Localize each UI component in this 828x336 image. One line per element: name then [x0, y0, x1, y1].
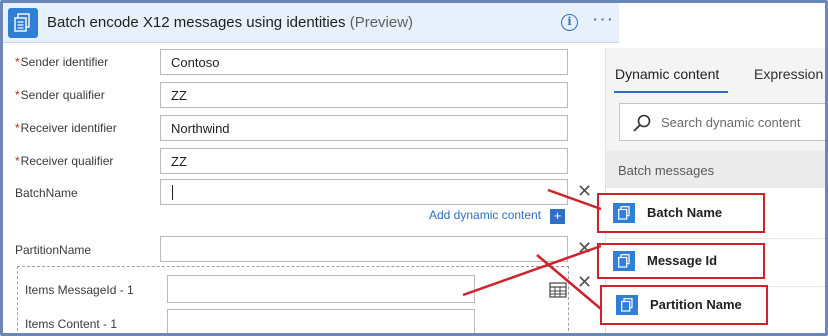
clear-partition-name-icon[interactable]: ✕	[577, 239, 592, 257]
items-content-label: Items Content - 1	[25, 317, 118, 331]
batch-token-icon	[616, 295, 638, 315]
items-messageid-label: Items MessageId - 1	[25, 283, 134, 297]
sender-identifier-label-text: Sender identifier	[20, 55, 109, 69]
sender-qualifier-label: *Sender qualifier	[15, 88, 105, 102]
app-frame: Batch encode X12 messages using identiti…	[0, 0, 828, 336]
sender-qualifier-label-text: Sender qualifier	[20, 88, 105, 102]
batch-name-input[interactable]	[160, 179, 568, 205]
required-marker: *	[15, 88, 20, 102]
items-content-input[interactable]	[167, 309, 475, 333]
batch-name-label: BatchName	[15, 186, 78, 200]
clear-items-messageid-icon[interactable]: ✕	[577, 273, 592, 291]
add-dynamic-content-link[interactable]: Add dynamic content	[429, 208, 541, 222]
receiver-identifier-input[interactable]: Northwind	[160, 115, 568, 141]
batch-token-icon	[613, 203, 635, 223]
dynamic-token-batch-name[interactable]: Batch Name	[597, 193, 765, 233]
receiver-qualifier-value: ZZ	[171, 154, 187, 169]
list-divider	[606, 238, 825, 239]
dynamic-token-message-id[interactable]: Message Id	[597, 243, 765, 279]
text-caret	[172, 185, 173, 200]
partition-name-input[interactable]	[160, 236, 568, 262]
receiver-identifier-label: *Receiver identifier	[15, 121, 117, 135]
search-icon	[633, 114, 651, 132]
sender-identifier-input[interactable]: Contoso	[160, 49, 568, 75]
section-title: Batch messages	[618, 163, 715, 178]
items-messageid-input[interactable]	[167, 275, 475, 303]
receiver-identifier-label-text: Receiver identifier	[20, 121, 117, 135]
token-label-message-id: Message Id	[647, 253, 718, 268]
required-marker: *	[15, 154, 20, 168]
info-icon[interactable]: i	[561, 14, 578, 31]
batch-token-icon	[613, 251, 635, 271]
sender-qualifier-input[interactable]: ZZ	[160, 82, 568, 108]
action-card-header[interactable]: Batch encode X12 messages using identiti…	[3, 3, 619, 43]
tab-dynamic-content[interactable]: Dynamic content	[615, 66, 719, 82]
action-title-text: Batch encode X12 messages using identiti…	[47, 14, 346, 31]
required-marker: *	[15, 121, 20, 135]
dynamic-token-partition-name[interactable]: Partition Name	[600, 285, 768, 325]
receiver-qualifier-input[interactable]: ZZ	[160, 148, 568, 174]
sender-identifier-label: *Sender identifier	[15, 55, 108, 69]
search-dynamic-content-input[interactable]: Search dynamic content	[619, 103, 825, 141]
receiver-identifier-value: Northwind	[171, 121, 230, 136]
ellipsis-icon[interactable]: ···	[592, 9, 614, 31]
receiver-qualifier-label-text: Receiver qualifier	[20, 154, 114, 168]
batch-encode-icon	[8, 8, 38, 38]
search-placeholder: Search dynamic content	[661, 115, 801, 130]
token-label-batch-name: Batch Name	[647, 205, 723, 220]
preview-tag: (Preview)	[349, 14, 414, 31]
switch-to-array-icon[interactable]	[549, 282, 567, 298]
partition-name-label: PartitionName	[15, 243, 92, 257]
tab-expression[interactable]: Expression	[754, 66, 823, 82]
active-tab-indicator	[614, 91, 728, 93]
receiver-qualifier-label: *Receiver qualifier	[15, 154, 113, 168]
sender-qualifier-value: ZZ	[171, 88, 187, 103]
batch-messages-section-header[interactable]: Batch messages	[606, 150, 825, 188]
action-title: Batch encode X12 messages using identiti…	[47, 14, 413, 31]
add-dynamic-content-plus-icon[interactable]: +	[550, 209, 565, 224]
clear-batch-name-icon[interactable]: ✕	[577, 182, 592, 200]
sender-identifier-value: Contoso	[171, 55, 220, 70]
required-marker: *	[15, 55, 20, 69]
token-label-partition-name: Partition Name	[650, 297, 742, 312]
